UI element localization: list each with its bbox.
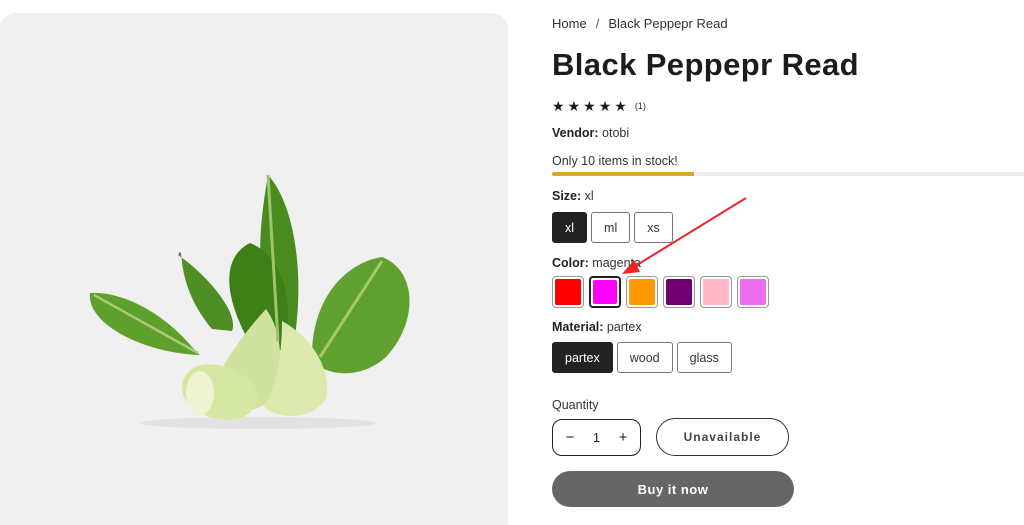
color-option-label: Color: magenta	[552, 256, 641, 270]
color-swatch-purple[interactable]	[663, 276, 695, 308]
color-swatch-fill	[666, 279, 692, 305]
size-selected-value: xl	[584, 189, 594, 203]
size-option-xl[interactable]: xl	[552, 212, 588, 243]
quantity-input[interactable]: 1	[593, 430, 600, 445]
color-swatch-pink[interactable]	[700, 276, 732, 308]
material-options: partex wood glass	[552, 342, 732, 373]
color-swatch-red[interactable]	[552, 276, 584, 308]
size-option-label: Size: xl	[552, 189, 594, 203]
material-option-label: Material: partex	[552, 320, 642, 334]
color-swatch-magenta[interactable]	[589, 276, 621, 308]
breadcrumb-home-link[interactable]: Home	[552, 16, 587, 31]
color-swatch-orange[interactable]	[626, 276, 658, 308]
vendor-label: Vendor:	[552, 126, 599, 140]
star-icon: ★	[567, 98, 581, 114]
material-selected-value: partex	[606, 320, 642, 334]
product-rating: ★ ★ ★ ★ ★ (1)	[552, 98, 646, 114]
stock-progress-bar	[552, 172, 1024, 176]
unavailable-button[interactable]: Unavailable	[656, 418, 789, 456]
breadcrumb: Home / Black Peppepr Read	[552, 16, 728, 31]
product-info: Home / Black Peppepr Read Black Peppepr Re…	[552, 0, 1024, 525]
size-label: Size:	[552, 189, 582, 203]
product-media-panel	[0, 13, 508, 525]
star-icon: ★	[598, 98, 612, 114]
size-options: xl ml xs	[552, 212, 673, 243]
color-label: Color:	[552, 256, 589, 270]
material-option-partex[interactable]: partex	[552, 342, 613, 373]
vendor-value: otobi	[602, 126, 630, 140]
color-swatch-fill	[629, 279, 655, 305]
quantity-minus-button[interactable]: −	[563, 429, 577, 446]
bok-choy-image	[89, 174, 410, 429]
size-option-xs[interactable]: xs	[634, 212, 673, 243]
color-swatches	[552, 276, 769, 308]
color-swatch-fill	[703, 279, 729, 305]
material-option-wood[interactable]: wood	[616, 342, 673, 373]
star-icon: ★	[614, 98, 627, 114]
stock-status-text: Only 10 items in stock!	[552, 154, 678, 168]
breadcrumb-separator: /	[595, 16, 600, 31]
color-swatch-fill	[593, 280, 617, 304]
buy-now-button[interactable]: Buy it now	[552, 471, 794, 507]
star-icon: ★	[552, 98, 565, 114]
breadcrumb-current: Black Peppepr Read	[608, 16, 728, 31]
page-title: Black Peppepr Read	[552, 47, 859, 82]
quantity-plus-button[interactable]: +	[616, 429, 630, 446]
color-selected-value: magenta	[592, 256, 641, 270]
material-label: Material:	[552, 320, 604, 334]
review-count[interactable]: (1)	[635, 101, 646, 111]
size-option-ml[interactable]: ml	[591, 212, 631, 243]
star-icon: ★	[583, 98, 596, 114]
rating-stars-icon: ★ ★ ★ ★ ★	[552, 98, 627, 114]
material-option-glass[interactable]: glass	[676, 342, 732, 373]
color-swatch-fill	[555, 279, 581, 305]
quantity-label: Quantity	[552, 398, 599, 412]
stock-progress-fill	[552, 172, 694, 176]
color-swatch-fill	[740, 279, 766, 305]
vendor-info: Vendor: otobi	[552, 126, 629, 140]
color-swatch-violet[interactable]	[737, 276, 769, 308]
quantity-stepper: − 1 +	[552, 419, 641, 456]
